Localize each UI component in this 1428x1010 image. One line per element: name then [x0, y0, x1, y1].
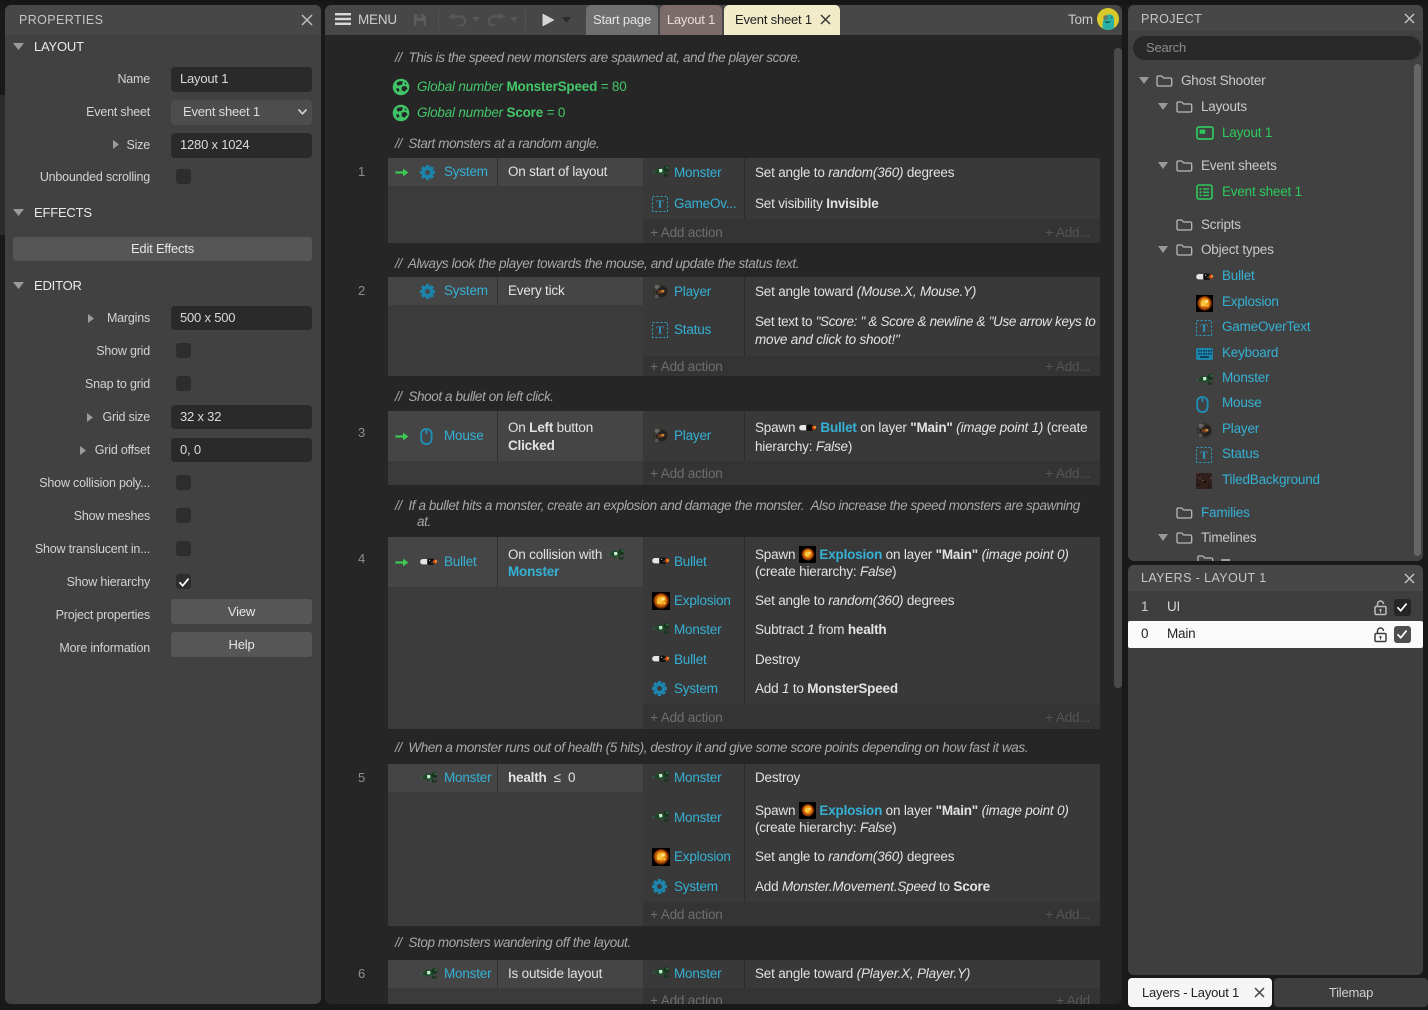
svg-text:T: T [1200, 450, 1208, 462]
svg-text:T: T [1200, 323, 1208, 335]
svg-text:T: T [656, 325, 664, 337]
svg-text:T: T [656, 199, 664, 211]
